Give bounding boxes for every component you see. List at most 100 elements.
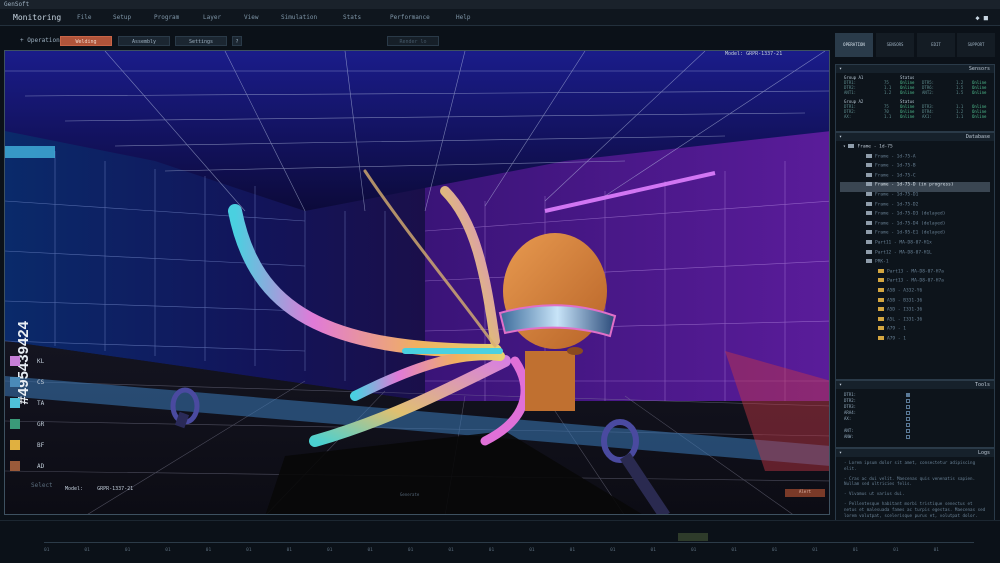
tab-operation[interactable]: OPERATION	[835, 33, 873, 57]
tree-item-label: Part13 - MA-D8-07-H7a	[887, 278, 944, 284]
tree-item[interactable]: Frame - 1d-75-D2	[840, 201, 990, 212]
tree-item[interactable]: A5L - I331-36	[840, 316, 990, 327]
timeline-tick-label: 01	[124, 548, 131, 553]
folder-icon	[866, 211, 872, 216]
tree-item[interactable]: A5D - I331-36	[840, 307, 990, 317]
chevron-down-icon: ▾	[843, 144, 846, 150]
menu-program[interactable]: Program	[154, 14, 179, 21]
tree-item[interactable]: A5B - B331-36	[840, 297, 990, 308]
tree-item[interactable]: Part12 - MA-D8-07-H1L	[840, 249, 990, 260]
sensor-value: 1.1	[884, 114, 892, 119]
select-button[interactable]: Select	[31, 482, 53, 489]
tool-checkbox[interactable]	[906, 423, 910, 427]
tree-root[interactable]: ▾ Frame - 1d-75	[840, 144, 990, 154]
collapse-icon[interactable]: ▾	[839, 134, 842, 140]
tool-label: ANW:	[844, 434, 854, 439]
tree-item[interactable]: Frame - 1d-75-B	[840, 163, 990, 173]
alert-indicator[interactable]: Alert	[785, 489, 825, 497]
database-header[interactable]: ▾ Database	[836, 133, 994, 141]
operation-welding-button[interactable]: Welding	[60, 36, 112, 46]
timeline-playhead[interactable]	[678, 533, 708, 541]
tree-item[interactable]: Part13 - MA-D8-07-H7a	[840, 268, 990, 279]
log-entry: - Cras ac dui velit. Maecenas quis venen…	[844, 475, 976, 487]
tree-item[interactable]: Frame - 1d-75-D (in progress)	[840, 182, 990, 192]
log-entry: - Vivamus ut varius dui.	[844, 491, 905, 497]
tree-item[interactable]: Frame - 1d-75-C	[840, 172, 990, 183]
3d-viewport[interactable]: Model: GRPR-1337-21 #495439424 KL CS TA …	[4, 50, 830, 515]
tool-label: AX:	[844, 416, 852, 421]
folder-icon	[878, 335, 884, 340]
folder-icon	[878, 287, 884, 292]
timeline-tick-label: 01	[286, 548, 293, 553]
tool-checkbox[interactable]	[906, 417, 910, 421]
tree-item-label: Frame - 1d-75-D1	[875, 192, 919, 198]
tool-label: DTR2:	[844, 398, 857, 403]
tree-item[interactable]: Frame - 1d-75-D3 (delayed)	[840, 211, 990, 221]
legend-swatch	[10, 461, 20, 471]
render-button[interactable]: Render lo	[387, 36, 439, 46]
menu-view[interactable]: View	[244, 14, 258, 21]
folder-icon	[866, 230, 872, 235]
tree-item[interactable]: Frame - 1d-75-A	[840, 153, 990, 164]
sensor-value: 1.5	[956, 90, 964, 95]
folder-icon	[866, 201, 872, 206]
menu-stats[interactable]: Stats	[343, 14, 361, 21]
timeline[interactable]: 01 01 01 01 01 01 01 01 01 01 01 01 01 01 01 01 01 01 01 01…	[0, 520, 1000, 563]
database-title: Database	[965, 134, 990, 140]
tool-label: ANT:	[844, 428, 854, 433]
menu-setup[interactable]: Setup	[113, 14, 131, 21]
panel-tabs: OPERATION SENSORS EDIT SUPPORT	[835, 33, 995, 57]
tree-item[interactable]: Frame - 1d-75-D4 (delayed)	[840, 220, 990, 231]
collapse-icon[interactable]: ▾	[839, 450, 842, 456]
tool-checkbox[interactable]	[906, 411, 910, 415]
legend-swatch	[10, 398, 20, 408]
operation-help-button[interactable]: ?	[232, 36, 242, 46]
collapse-icon[interactable]: ▾	[839, 66, 842, 72]
tree-item[interactable]: Part11 - MA-D8-07-H1x	[840, 239, 990, 250]
menu-performance[interactable]: Performance	[390, 14, 430, 21]
tool-checkbox[interactable]	[906, 405, 910, 409]
operation-settings-button[interactable]: Settings	[175, 36, 227, 46]
tree-item[interactable]: A79 - 1	[840, 326, 990, 336]
tree-item[interactable]: A5B - A332-Y6	[840, 287, 990, 298]
tree-item[interactable]: A79 - 1	[840, 335, 990, 346]
menu-file[interactable]: File	[77, 14, 91, 21]
sensor-status: Online	[972, 90, 987, 95]
timeline-tick-label: 01	[44, 548, 50, 553]
window-controls-icon[interactable]: ◆ ■	[975, 14, 988, 22]
tools-section: ▾ Tools DTR1: DTR2: DTR3: ARA4: AX: ANT: ANW:	[835, 380, 995, 448]
tab-sensors[interactable]: SENSORS	[876, 33, 914, 57]
sensor-id: ANT1:	[844, 90, 857, 95]
timeline-tick-label: 01	[84, 548, 90, 553]
tool-checkbox[interactable]	[906, 393, 910, 397]
timeline-tick-label: 01	[448, 548, 454, 553]
tool-checkbox[interactable]	[906, 435, 910, 439]
tab-support[interactable]: SUPPORT	[957, 33, 995, 57]
tab-edit[interactable]: EDIT	[917, 33, 955, 57]
tool-checkbox[interactable]	[906, 399, 910, 403]
logs-header[interactable]: ▾ Logs	[836, 449, 994, 457]
collapse-icon[interactable]: ▾	[839, 382, 842, 388]
timeline-tick-label: 01	[610, 548, 616, 553]
legend-swatch	[10, 377, 20, 387]
folder-icon	[866, 249, 872, 254]
operation-assembly-button[interactable]: Assembly	[118, 36, 170, 46]
tree-item[interactable]: Part13 - MA-D8-07-H7a	[840, 278, 990, 288]
timeline-tick-label: 01	[367, 548, 373, 553]
logs-title: Logs	[977, 450, 990, 456]
menu-layer[interactable]: Layer	[203, 14, 221, 21]
tree-item[interactable]: Frame - 1d-95-E1 (delayed)	[840, 230, 990, 240]
sensor-row: ANT1: 1.2 Online ANT2: 1.5 Online	[844, 90, 986, 95]
operation-bar: + Operation: Welding Assembly Settings ?…	[0, 34, 830, 48]
tools-header[interactable]: ▾ Tools	[836, 381, 994, 389]
timeline-track[interactable]	[44, 542, 974, 543]
legend-label: KL	[37, 358, 45, 365]
tool-checkbox[interactable]	[906, 429, 910, 433]
sensor-id: ANT2:	[922, 90, 935, 95]
sensors-header[interactable]: ▾ Sensors	[836, 65, 994, 73]
menu-simulation[interactable]: Simulation	[281, 14, 317, 21]
tree-item[interactable]: PRK-1	[840, 259, 990, 269]
legend-swatch	[10, 440, 20, 450]
tree-item[interactable]: Frame - 1d-75-D1	[840, 191, 990, 202]
menu-help[interactable]: Help	[456, 14, 470, 21]
